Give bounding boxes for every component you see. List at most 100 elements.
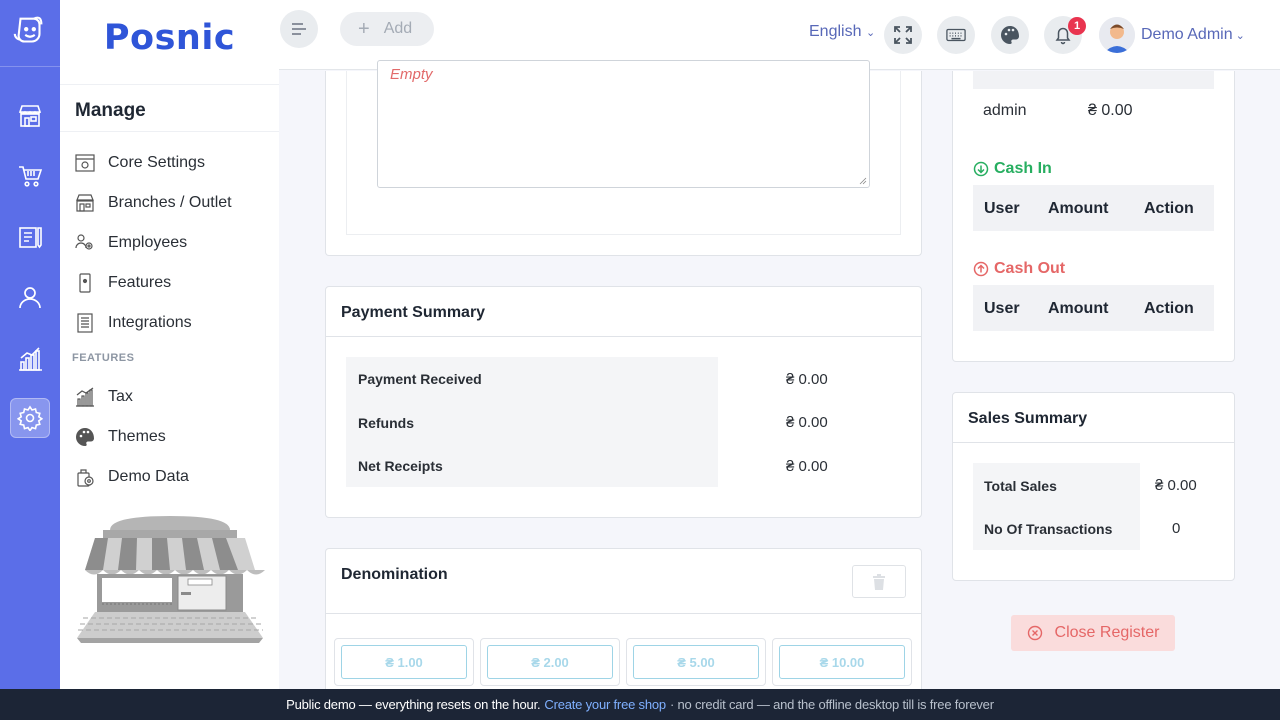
- keyboard-shortcuts-button[interactable]: [937, 16, 975, 54]
- fullscreen-icon: [894, 26, 912, 44]
- fullscreen-button[interactable]: [884, 16, 922, 54]
- mobile-icon: [79, 273, 91, 293]
- denomination-button[interactable]: ₴ 1.00: [334, 638, 474, 686]
- denomination-button[interactable]: ₴ 5.00: [626, 638, 766, 686]
- refunds-label: Refunds: [358, 415, 414, 431]
- payment-received-label: Payment Received: [358, 371, 482, 387]
- demo-banner-muted-text: · no credit card — and the offline deskt…: [669, 697, 994, 712]
- denomination-value: ₴ 2.00: [487, 645, 613, 679]
- transactions-value: 0: [1172, 520, 1181, 537]
- menu-item-label: Demo Data: [108, 468, 189, 485]
- denomination-button[interactable]: ₴ 2.00: [480, 638, 620, 686]
- rail-contacts-button[interactable]: [10, 277, 50, 317]
- app-logo-icon[interactable]: [8, 10, 52, 54]
- clipboard-icon: [19, 227, 42, 249]
- menu-item-features[interactable]: Features: [75, 270, 171, 296]
- menu-item-employees[interactable]: Employees: [75, 230, 187, 256]
- employees-icon: [75, 234, 93, 250]
- total-sales-label: Total Sales: [984, 478, 1057, 494]
- user-icon: [19, 287, 41, 309]
- denomination-value: ₴ 1.00: [341, 645, 467, 679]
- resize-handle-icon[interactable]: [859, 177, 867, 185]
- cart-icon: [19, 166, 43, 187]
- card-divider: [326, 613, 921, 614]
- cash-out-heading: Cash Out: [973, 260, 1065, 278]
- notes-textarea[interactable]: Empty: [377, 60, 870, 188]
- menu-item-label: Features: [108, 274, 172, 291]
- create-shop-link[interactable]: Create your free shop: [544, 697, 666, 712]
- clear-denomination-button[interactable]: [852, 565, 906, 598]
- menu-item-label: Tax: [108, 388, 133, 405]
- features-section-heading: FEATURES: [72, 352, 135, 364]
- rail-reports-button[interactable]: [10, 339, 50, 379]
- settings-panel-icon: [75, 154, 95, 172]
- trash-icon: [873, 573, 885, 590]
- chart-icon: [19, 347, 42, 371]
- cash-out-label: Cash Out: [994, 260, 1066, 277]
- transactions-label: No Of Transactions: [984, 521, 1113, 537]
- card-divider: [953, 442, 1234, 443]
- rail-purchase-button[interactable]: [10, 156, 50, 196]
- column-header: User: [984, 200, 1020, 217]
- menu-lines-icon: [292, 23, 306, 35]
- palette-icon: [76, 428, 94, 446]
- column-header: Amount: [1048, 200, 1109, 217]
- arrow-up-circle-icon: [973, 261, 989, 277]
- add-button-label: Add: [383, 20, 413, 37]
- menu-item-label: Integrations: [108, 314, 192, 331]
- language-selector[interactable]: English ⌄: [809, 23, 875, 41]
- demo-banner: Public demo — everything resets on the h…: [0, 689, 1280, 720]
- card-divider: [326, 336, 921, 337]
- net-receipts-label: Net Receipts: [358, 458, 443, 474]
- opening-table-header: [973, 71, 1214, 89]
- document-icon: [77, 313, 93, 333]
- empty-placeholder: Empty: [390, 66, 433, 83]
- menu-item-label: Themes: [108, 428, 166, 445]
- tax-chart-icon: [76, 387, 94, 407]
- keyboard-icon: [946, 28, 966, 42]
- menu-item-themes[interactable]: Themes: [75, 424, 166, 450]
- refunds-value: ₴ 0.00: [786, 414, 828, 431]
- add-button[interactable]: + Add: [340, 12, 434, 46]
- rail-settings-button[interactable]: [10, 398, 50, 438]
- panel-divider: [60, 84, 279, 85]
- language-label: English: [809, 23, 862, 40]
- icon-rail: [0, 0, 60, 689]
- cash-in-label: Cash In: [994, 160, 1052, 177]
- avatar: [1099, 17, 1135, 53]
- shop-illustration-icon: [77, 516, 265, 643]
- denomination-title: Denomination: [341, 566, 448, 583]
- denomination-button[interactable]: ₴ 10.00: [772, 638, 912, 686]
- user-menu[interactable]: Demo Admin ⌄: [1099, 17, 1245, 53]
- sales-summary-title: Sales Summary: [968, 410, 1088, 427]
- denomination-value: ₴ 5.00: [633, 645, 759, 679]
- brand-name[interactable]: Posnic: [60, 18, 279, 58]
- toggle-sidebar-button[interactable]: [280, 10, 318, 48]
- total-sales-value: ₴ 0.00: [1155, 477, 1197, 494]
- plus-icon: +: [358, 17, 370, 40]
- menu-item-integrations[interactable]: Integrations: [75, 310, 192, 336]
- palette-icon: [1001, 26, 1019, 44]
- column-header: Action: [1144, 200, 1194, 217]
- column-header: Action: [1144, 300, 1194, 317]
- menu-item-demo-data[interactable]: Demo Data: [75, 464, 189, 490]
- arrow-down-circle-icon: [973, 161, 989, 177]
- close-register-button[interactable]: Close Register: [1011, 615, 1175, 651]
- settings-panel: Posnic Manage Core Settings Branches / O…: [60, 0, 279, 689]
- panel-title: Manage: [75, 100, 146, 121]
- menu-item-tax[interactable]: Tax: [75, 384, 133, 410]
- chevron-down-icon: ⌄: [865, 27, 876, 39]
- cash-in-heading: Cash In: [973, 160, 1052, 178]
- opening-amount-cell: ₴ 0.00: [1088, 102, 1133, 119]
- payment-summary-title: Payment Summary: [341, 304, 486, 321]
- menu-item-core-settings[interactable]: Core Settings: [75, 150, 205, 176]
- store-icon: [76, 194, 94, 212]
- rail-divider: [0, 66, 60, 67]
- theme-button[interactable]: [991, 16, 1029, 54]
- rail-sales-button[interactable]: [10, 96, 50, 136]
- menu-item-branches[interactable]: Branches / Outlet: [75, 190, 232, 216]
- menu-item-label: Core Settings: [108, 154, 205, 171]
- rail-inventory-button[interactable]: [10, 217, 50, 257]
- chevron-down-icon: ⌄: [1235, 29, 1245, 42]
- close-circle-icon: [1027, 625, 1042, 641]
